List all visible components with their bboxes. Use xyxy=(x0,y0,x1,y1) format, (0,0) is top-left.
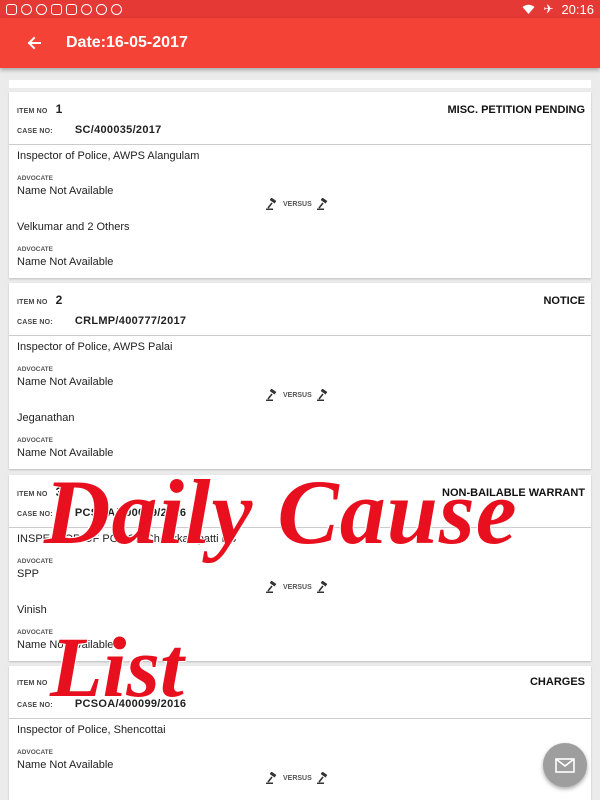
image-icon xyxy=(51,3,62,15)
petitioner-advocate: Name Not Available xyxy=(17,759,114,771)
notification-icon xyxy=(6,3,17,15)
divider xyxy=(9,144,591,145)
case-card[interactable]: ITEM NO 2 NOTICE CASE NO: CRLMP/400777/2… xyxy=(9,283,591,469)
case-no-label: CASE NO: xyxy=(17,319,53,326)
case-no-label: CASE NO: xyxy=(17,702,53,709)
mail-icon xyxy=(555,757,575,773)
airplane-icon: ✈ xyxy=(543,2,554,16)
clock: 20:16 xyxy=(561,1,594,17)
versus-label: VERSUS xyxy=(283,200,312,208)
advocate-label: ADVOCATE xyxy=(17,246,53,253)
petitioner-advocate: Name Not Available xyxy=(17,376,114,388)
notification-icon xyxy=(81,3,92,15)
case-card[interactable]: ITEM NO 1 MISC. PETITION PENDING CASE NO… xyxy=(9,92,591,278)
versus-separator: VERSUS xyxy=(266,198,329,210)
watermark-line1: Daily Cause xyxy=(44,461,518,563)
advocate-label: ADVOCATE xyxy=(17,366,53,373)
gavel-icon xyxy=(316,772,328,784)
notification-icons xyxy=(6,3,122,15)
versus-label: VERSUS xyxy=(283,583,312,591)
app-bar: Date:16-05-2017 xyxy=(0,18,600,68)
versus-label: VERSUS xyxy=(283,391,312,399)
versus-separator: VERSUS xyxy=(266,772,329,784)
advocate-label: ADVOCATE xyxy=(17,437,53,444)
case-no-label: CASE NO: xyxy=(17,128,53,135)
watermark-line2: List xyxy=(50,619,184,715)
gavel-icon xyxy=(266,772,277,784)
case-no: SC/400035/2017 xyxy=(74,124,162,136)
respondent-advocate: Name Not Available xyxy=(17,256,114,268)
respondent: Jeganathan xyxy=(17,412,75,424)
item-no-label: ITEM NO xyxy=(17,491,48,498)
wifi-icon xyxy=(522,4,535,14)
item-no-label: ITEM NO xyxy=(17,680,48,687)
gavel-icon xyxy=(266,389,277,401)
case-status: MISC. PETITION PENDING xyxy=(447,104,585,116)
case-status: CHARGES xyxy=(529,676,585,688)
petitioner: Inspector of Police, AWPS Alangulam xyxy=(17,150,200,162)
item-no: 1 xyxy=(55,102,63,116)
card-edge xyxy=(9,80,591,88)
item-no: 2 xyxy=(55,293,63,307)
notification-icon xyxy=(66,3,77,15)
notification-icon xyxy=(96,3,107,15)
petitioner-advocate: SPP xyxy=(17,568,40,580)
versus-label: VERSUS xyxy=(283,774,312,782)
advocate-label: ADVOCATE xyxy=(17,749,53,756)
gavel-icon xyxy=(316,581,328,593)
divider xyxy=(9,718,591,719)
gavel-icon xyxy=(266,581,277,593)
petitioner-advocate: Name Not Available xyxy=(17,185,114,197)
gavel-icon xyxy=(316,198,328,210)
respondent: Velkumar and 2 Others xyxy=(17,221,130,233)
item-no-label: ITEM NO xyxy=(17,108,48,115)
advocate-label: ADVOCATE xyxy=(17,175,53,182)
case-no: CRLMP/400777/2017 xyxy=(74,315,187,327)
versus-separator: VERSUS xyxy=(266,389,329,401)
petitioner: Inspector of Police, Shencottai xyxy=(17,724,166,736)
case-status: NOTICE xyxy=(543,295,585,307)
whatsapp-icon xyxy=(36,3,47,15)
notification-icon xyxy=(111,3,122,15)
notification-icon xyxy=(21,3,32,15)
petitioner: Inspector of Police, AWPS Palai xyxy=(17,341,173,353)
respondent-advocate: Name Not Available xyxy=(17,447,114,459)
gavel-icon xyxy=(316,389,328,401)
advocate-label: ADVOCATE xyxy=(17,629,53,636)
respondent: Vinish xyxy=(17,604,47,616)
versus-separator: VERSUS xyxy=(266,581,329,593)
status-bar: ✈ 20:16 xyxy=(0,0,600,18)
mail-button[interactable] xyxy=(543,743,587,787)
gavel-icon xyxy=(266,198,277,210)
divider xyxy=(9,335,591,336)
item-no-label: ITEM NO xyxy=(17,299,48,306)
arrow-left-icon xyxy=(27,36,41,50)
back-button[interactable] xyxy=(20,29,48,57)
page-title: Date:16-05-2017 xyxy=(66,34,188,51)
